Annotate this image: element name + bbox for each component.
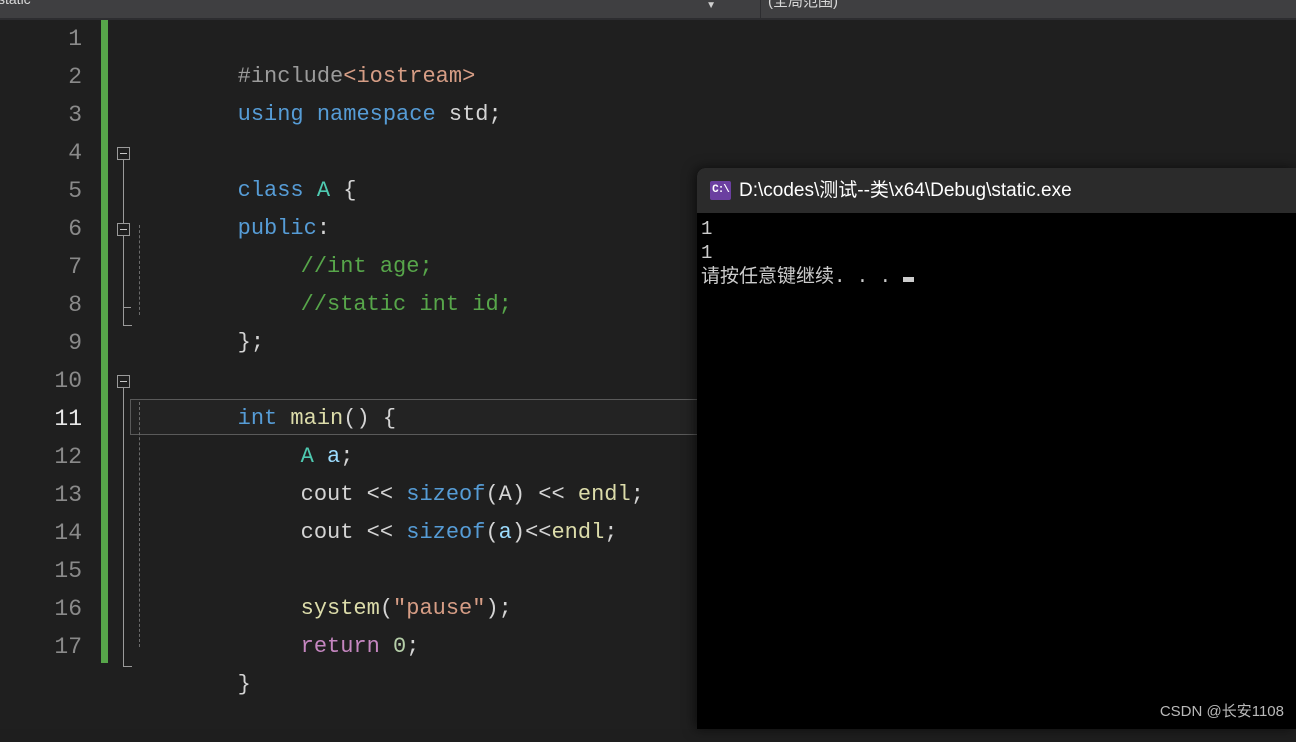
line-number: 14 <box>54 520 82 546</box>
line-number: 3 <box>68 102 82 128</box>
scope-guide-main-foot <box>123 666 132 667</box>
console-prompt-text: 请按任意键继续. . . <box>701 266 892 288</box>
line-number: 10 <box>54 368 82 394</box>
line-number: 6 <box>68 216 82 242</box>
line-number: 15 <box>54 558 82 584</box>
console-window[interactable]: C:\ D:\codes\测试--类\x64\Debug\static.exe … <box>697 168 1296 729</box>
console-output-line: 1 <box>701 218 713 240</box>
line-number: 5 <box>68 178 82 204</box>
line-number: 16 <box>54 596 82 622</box>
line-number: 9 <box>68 330 82 356</box>
scope-selector-dropdown[interactable]: static ▼ <box>0 0 761 18</box>
console-title-text: D:\codes\测试--类\x64\Debug\static.exe <box>739 180 1072 201</box>
member-selector-value: (全局范围) <box>768 0 838 10</box>
chevron-down-icon[interactable]: ▼ <box>706 0 716 15</box>
console-output-line: 1 <box>701 242 713 264</box>
line-number-gutter: 1 2 3 4 5 6 7 8 9 10 11 12 13 14 15 16 1… <box>0 20 100 729</box>
line-number: 4 <box>68 140 82 166</box>
console-output-area[interactable]: 1 1 请按任意键继续. . . <box>697 213 1296 729</box>
line-number: 8 <box>68 292 82 318</box>
navigation-bar: static ▼ (全局范围) <box>0 0 1296 18</box>
code-line-blank[interactable] <box>108 96 1296 134</box>
console-icon: C:\ <box>710 181 731 200</box>
line-number: 2 <box>68 64 82 90</box>
line-number-current: 11 <box>54 406 82 432</box>
line-number: 17 <box>54 634 82 660</box>
line-number: 13 <box>54 482 82 508</box>
change-indicator-bar <box>101 20 108 663</box>
member-selector-dropdown[interactable]: (全局范围) <box>762 0 1296 18</box>
scope-selector-value: static <box>0 0 31 7</box>
line-number: 7 <box>68 254 82 280</box>
code-line[interactable]: class A { <box>108 134 1296 203</box>
watermark: CSDN @长安1108 <box>1159 703 1284 720</box>
console-prompt-line: 请按任意键继续. . . <box>699 265 1296 289</box>
line-number: 1 <box>68 26 82 52</box>
token-punctuation: } <box>237 672 251 697</box>
code-line[interactable]: #include<iostream> <box>108 20 1296 89</box>
console-title-bar[interactable]: C:\ D:\codes\测试--类\x64\Debug\static.exe <box>697 168 1296 213</box>
console-cursor <box>903 277 915 282</box>
code-line[interactable]: using namespace std; <box>108 58 1296 127</box>
line-number: 12 <box>54 444 82 470</box>
